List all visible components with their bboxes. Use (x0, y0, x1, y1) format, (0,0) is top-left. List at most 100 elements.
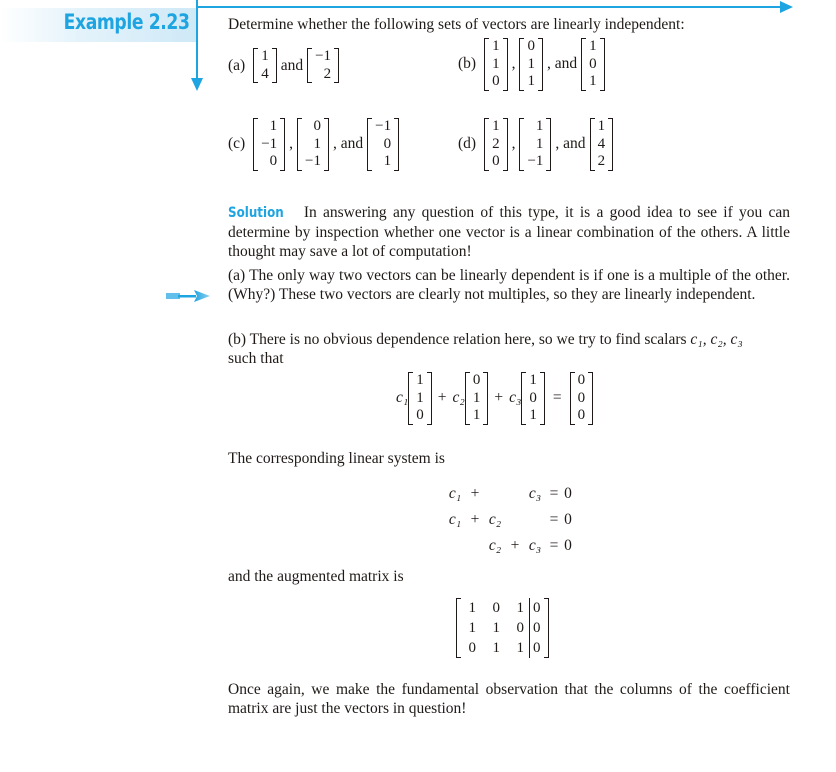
column-vector: 011 (464, 372, 489, 425)
system-term: c₂ (488, 537, 502, 554)
vector-entry: 1 (597, 118, 606, 134)
scalar-coefficient: c₁ (396, 389, 409, 407)
right-bracket (483, 372, 489, 425)
matrix-entry: 1 (492, 640, 501, 656)
header-rule (196, 6, 782, 8)
vector-entry: 1 (535, 135, 544, 152)
vector-entry: 0 (577, 407, 586, 423)
vector-entry: −1 (315, 48, 332, 64)
system-term: 0 (564, 537, 572, 554)
problem-a: (a) 1 4 and −1 2 (228, 48, 340, 83)
vector-entries: 000 (575, 372, 589, 425)
vector-entry: 1 (261, 48, 269, 64)
vector-entry: 1 (313, 135, 322, 152)
problem-label: (d) (458, 135, 477, 153)
system-term (506, 509, 524, 531)
system-term: c₂ (488, 511, 502, 528)
right-bracket (588, 372, 594, 425)
vector-entry: 4 (597, 135, 606, 152)
column-vector: 101 (581, 38, 605, 91)
solution-part-b: (b) There is no obvious dependence relat… (228, 330, 790, 368)
right-bracket (608, 118, 614, 171)
matrix-entry: 0 (492, 600, 501, 616)
vector-entry: 0 (472, 372, 481, 388)
vector-entry: 0 (383, 135, 392, 152)
right-arrow-icon (166, 290, 210, 302)
problem-d: (d) 1 2 0, 1 1 −1, and 1 4 2 (458, 118, 614, 171)
linear-combination-equation: c₁ 1 1 0 + c₂ 0 1 1 + c₃ 1 0 1 = 0 0 0 (396, 372, 594, 425)
right-bracket (426, 372, 432, 425)
plus-sign: + (494, 389, 504, 407)
matrix-entry: 1 (516, 600, 525, 616)
column-vector: 101 (521, 372, 545, 425)
system-term: + (470, 485, 480, 502)
system-term: + (510, 537, 520, 554)
right-bracket (271, 48, 277, 83)
column-vector: −1 0 1 (367, 118, 400, 171)
vector-entries: 011 (470, 372, 484, 425)
vector-entry: 1 (492, 38, 500, 54)
right-arrowhead-icon (780, 1, 793, 13)
joiner-text: and (280, 56, 304, 74)
down-arrowhead-icon (191, 78, 203, 91)
vector-entry: −1 (305, 153, 322, 169)
vector-entry: 1 (383, 153, 392, 169)
vector-entry: 1 (492, 118, 500, 134)
augmented-matrix-brackets: 101110011000 (456, 598, 549, 658)
linear-system: c₁ + c₃ = 0 c₁ + c₂ = 0 c₂ + c₃ = 0 (444, 483, 574, 557)
rhs-entry: 0 (533, 620, 541, 636)
right-bracket (539, 372, 545, 425)
scalar-coefficient: c₂ (452, 389, 465, 407)
vector-entry: 1 (535, 118, 544, 134)
vector-entry: 1 (529, 372, 537, 388)
system-term: 0 (564, 511, 572, 528)
joiner-text: , (289, 135, 294, 153)
column-vector: 110 (484, 38, 508, 91)
augmented-matrix: 101110011000 (456, 598, 549, 658)
vector-entry: −1 (375, 118, 392, 134)
vector-entries: 101 (526, 372, 540, 425)
vector-entries: 1 1 −1 (524, 118, 546, 171)
solution-intro-text: In answering any question of this type, … (228, 204, 791, 260)
vector-entry: 4 (261, 65, 269, 82)
plus-sign: + (437, 389, 447, 407)
augmented-intro: and the augmented matrix is (228, 568, 404, 585)
joiner-text: , and (555, 135, 586, 153)
part-b-tail: such that (228, 350, 284, 367)
vector-entries: 110 (413, 372, 427, 425)
matrix-entry: 1 (468, 600, 477, 616)
vector-entry: 0 (416, 407, 424, 423)
vector-entry: 1 (589, 38, 597, 54)
vector-entry: −1 (261, 135, 278, 152)
right-bracket (502, 118, 508, 171)
vector-entry: 0 (492, 153, 500, 169)
system-term: + (470, 511, 480, 528)
solution-part-a: (a) The only way two vectors can be line… (228, 267, 790, 303)
right-bracket (502, 38, 508, 91)
vector-entry: 1 (492, 55, 500, 72)
right-bracket (334, 48, 340, 83)
vector-entries: 011 (524, 38, 538, 91)
vector-entries: −1 0 1 (372, 118, 394, 171)
vector-entries: 120 (489, 118, 503, 171)
column-vector: 0 1 −1 (297, 118, 330, 171)
problem-label: (a) (228, 56, 246, 74)
system-term: c₃ (528, 485, 542, 502)
matrix-entry: 1 (492, 620, 501, 636)
augmented-column: 0 0 0 (529, 598, 544, 658)
example-label: Example 2.23 (64, 10, 190, 34)
vector-entry: 2 (323, 65, 332, 82)
right-bracket (537, 38, 543, 91)
vector-entries: 1 −1 0 (258, 118, 280, 171)
vector-entry: 1 (529, 407, 537, 423)
coefficient-entries: 101110011 (461, 598, 527, 658)
solution-intro: Solution In answering any question of th… (228, 203, 790, 261)
vector-entry: 0 (313, 118, 322, 134)
system-term: = (549, 537, 559, 554)
vector-entry: 1 (589, 73, 597, 89)
column-vector: 110 (408, 372, 432, 425)
vector-entries: 101 (586, 38, 600, 91)
vector-entry: 1 (527, 55, 535, 72)
vector-entries: 142 (595, 118, 609, 171)
rhs-entry: 0 (533, 600, 541, 616)
